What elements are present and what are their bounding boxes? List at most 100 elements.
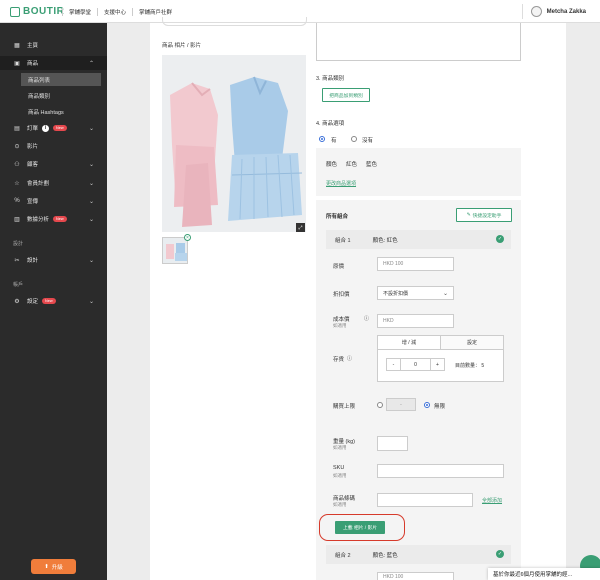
check-circle-icon: ✓ [496, 235, 504, 243]
sku-input[interactable] [377, 464, 504, 478]
top-nav: 掌舖學堂 支援中心 掌舖商戶社群 [62, 8, 178, 16]
barcode-label: 商品條碼 [333, 496, 356, 502]
limit-radio[interactable] [377, 402, 383, 408]
scrolled-input[interactable] [162, 17, 307, 26]
remove-photo-icon[interactable]: × [184, 234, 191, 241]
option-value-red: 紅色 [346, 162, 358, 168]
upload-media-button[interactable]: 上載 相片 / 影片 [335, 521, 385, 534]
new-badge: New [53, 125, 67, 131]
sku-sublabel: 如適用 [333, 473, 347, 478]
sidebar-item-orders[interactable]: ▤ 訂單 i New ⌄ [0, 121, 107, 135]
description-textarea[interactable] [316, 23, 521, 61]
photos-label: 商品 相片 / 影片 [162, 43, 202, 49]
tab-adjust-stock[interactable]: 增 / 減 [378, 336, 440, 349]
notification-toast[interactable]: 基於你最近6個月使用掌舖的經... [488, 568, 600, 580]
cost-label: 成本價 [333, 317, 350, 323]
options-yes-radio[interactable] [319, 136, 325, 142]
sidebar-item-settings[interactable]: ⚙ 設定 New ⌄ [0, 294, 107, 308]
combo-1-header[interactable]: 組合 1 顏色: 紅色 [326, 230, 511, 249]
star-icon: ☆ [14, 180, 20, 187]
chevron-up-icon: ⌃ [88, 60, 94, 67]
sidebar: ▦ 主頁 ▣ 商品 ⌃ 商品列表 商品類別 商品 Hashtags ▤ 訂單 i… [0, 23, 107, 580]
info-icon: ⓘ [347, 356, 353, 362]
quick-setup-button[interactable]: ✎ 快捷設定助手 [456, 208, 512, 222]
discount-select[interactable]: 不設折扣價 ⌄ [377, 286, 454, 300]
cost-sublabel: 如適用 [333, 323, 347, 328]
sidebar-item-promotion[interactable]: % 宣傳 ⌄ [0, 194, 107, 208]
increment-button[interactable]: + [431, 359, 444, 370]
order-icon: ▤ [14, 125, 20, 132]
cost-input[interactable]: HKD [377, 314, 454, 328]
chevron-down-icon: ⌄ [88, 257, 94, 264]
stock-editor: 增 / 減 設定 - 0 + 目前數量： 5 [377, 335, 504, 382]
add-to-category-button[interactable]: 把商品加到類別 [322, 88, 370, 102]
chevron-down-icon: ⌄ [88, 180, 94, 187]
divider [522, 4, 523, 19]
options-no-label: 沒有 [362, 138, 374, 144]
new-badge: New [53, 216, 67, 222]
sidebar-subitem-product-category[interactable]: 商品類別 [21, 89, 101, 102]
change-options-link[interactable]: 更改商品選項 [326, 180, 356, 187]
category-section-label: 3. 商品類別 [316, 76, 345, 82]
option-name: 顏色 [326, 162, 338, 168]
info-icon: ⓘ [364, 316, 370, 322]
current-quantity: 目前數量： 5 [455, 363, 485, 369]
stock-input[interactable]: 0 [400, 359, 431, 370]
design-icon: ✂ [14, 257, 20, 264]
new-badge: New [42, 298, 56, 304]
sidebar-item-home[interactable]: ▦ 主頁 [0, 38, 107, 52]
options-section-label: 4. 商品選項 [316, 121, 345, 127]
magic-wand-icon: ✎ [466, 212, 471, 218]
user-menu[interactable]: Metcha Zakka [530, 6, 586, 17]
sidebar-item-videos[interactable]: ⊙ 影片 [0, 139, 107, 153]
thumbnail-image [163, 238, 187, 263]
option-value-blue: 藍色 [366, 162, 378, 168]
sidebar-subitem-hashtags[interactable]: 商品 Hashtags [21, 105, 101, 118]
barcode-input[interactable] [377, 493, 473, 507]
options-yes-label: 有 [331, 138, 337, 144]
shop-logo-icon [10, 6, 20, 17]
gear-icon: ⚙ [14, 298, 20, 305]
brand-logo[interactable]: BOUTIR [10, 6, 64, 17]
chart-icon: ▥ [14, 216, 20, 223]
sidebar-item-design[interactable]: ✂ 設計 ⌄ [0, 253, 107, 267]
photo-thumbnail[interactable] [162, 237, 188, 264]
options-no-radio[interactable] [351, 136, 357, 142]
price-input[interactable]: HKD 100 [377, 257, 454, 271]
weight-sublabel: 如適用 [333, 445, 347, 450]
play-icon: ⊙ [14, 143, 20, 150]
topnav-academy[interactable]: 掌舖學堂 [62, 8, 97, 16]
weight-input[interactable] [377, 436, 408, 451]
percent-icon: % [14, 198, 20, 204]
barcode-sublabel: 如適用 [333, 502, 347, 507]
sidebar-subitem-product-list[interactable]: 商品列表 [21, 73, 101, 86]
chevron-down-icon: ⌄ [88, 198, 94, 205]
upgrade-icon: ⬆ [44, 563, 49, 570]
combo-2-header[interactable]: 組合 2 顏色: 藍色 [326, 545, 511, 564]
expand-icon[interactable]: ⤢ [296, 223, 305, 232]
sidebar-item-analytics[interactable]: ▥ 數據分析 New ⌄ [0, 212, 107, 226]
avatar [530, 6, 542, 17]
limit-input[interactable]: - [386, 398, 416, 411]
price-label: 原價 [333, 264, 345, 270]
sidebar-item-membership[interactable]: ☆ 會員計劃 ⌄ [0, 176, 107, 190]
info-icon: i [42, 124, 50, 132]
section-label-store: 設計 [13, 241, 24, 247]
sidebar-item-customers[interactable]: ⚇ 顧客 ⌄ [0, 157, 107, 171]
unlimited-radio[interactable] [424, 402, 430, 408]
add-all-barcode-link[interactable]: 全部添加 [482, 497, 502, 504]
options-summary-panel [316, 148, 521, 196]
purchase-limit-label: 購買上限 [333, 404, 356, 410]
chevron-down-icon: ⌄ [88, 161, 94, 168]
product-photo[interactable] [162, 55, 306, 232]
topnav-community[interactable]: 掌舖商戶社群 [132, 8, 178, 16]
sidebar-item-products[interactable]: ▣ 商品 ⌃ [0, 56, 107, 70]
tab-set-stock[interactable]: 設定 [440, 336, 503, 349]
section-label-account: 帳戶 [13, 282, 24, 288]
topnav-support[interactable]: 支援中心 [97, 8, 132, 16]
combo-2-price-input[interactable]: HKD 100 [377, 572, 454, 580]
username: Metcha Zakka [546, 8, 586, 15]
user-icon: ⚇ [14, 161, 20, 168]
decrement-button[interactable]: - [387, 359, 400, 370]
upgrade-button[interactable]: ⬆ 升級 [31, 559, 76, 574]
